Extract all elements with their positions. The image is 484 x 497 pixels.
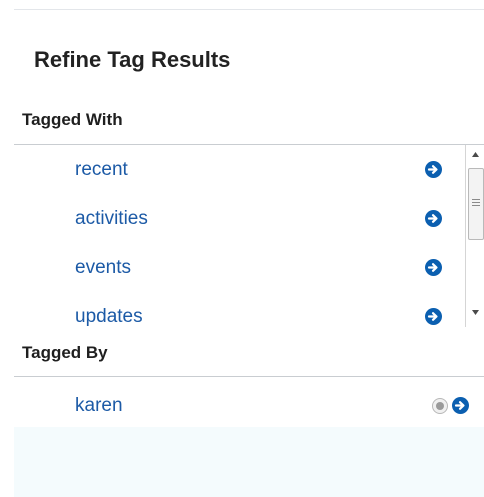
arrow-right-circle-icon[interactable] bbox=[425, 259, 442, 276]
tagged-with-list[interactable]: recent activities events updates bbox=[14, 145, 484, 327]
list-item: events bbox=[14, 243, 464, 291]
tag-link-recent[interactable]: recent bbox=[75, 159, 128, 181]
grip-line bbox=[472, 199, 480, 200]
tagger-link-karen[interactable]: karen bbox=[75, 395, 123, 417]
list-item: recent bbox=[14, 145, 464, 193]
grip-line bbox=[472, 202, 480, 203]
panel-title: Refine Tag Results bbox=[34, 47, 231, 72]
tagged-with-header: Tagged With bbox=[22, 110, 123, 129]
radio-dot bbox=[436, 402, 444, 410]
scroll-up-arrow-icon[interactable] bbox=[470, 148, 481, 160]
tagged-by-list: karen bbox=[14, 377, 484, 497]
list-item: activities bbox=[14, 194, 464, 242]
list-item: updates bbox=[14, 292, 464, 327]
tag-link-updates[interactable]: updates bbox=[75, 306, 143, 327]
list-item: karen bbox=[14, 377, 484, 427]
tag-link-events[interactable]: events bbox=[75, 257, 131, 279]
arrow-right-circle-icon[interactable] bbox=[425, 308, 442, 325]
tagged-by-header: Tagged By bbox=[22, 343, 108, 362]
arrow-right-circle-icon[interactable] bbox=[452, 397, 469, 414]
top-divider bbox=[14, 9, 484, 10]
scroll-down-arrow-icon[interactable] bbox=[470, 305, 481, 317]
scroll-thumb[interactable] bbox=[468, 168, 484, 240]
vertical-scrollbar[interactable] bbox=[465, 145, 484, 327]
arrow-right-circle-icon[interactable] bbox=[425, 210, 442, 227]
grip-line bbox=[472, 205, 480, 206]
arrow-right-circle-icon[interactable] bbox=[425, 161, 442, 178]
radio-icon[interactable] bbox=[432, 398, 448, 414]
tag-link-activities[interactable]: activities bbox=[75, 208, 148, 230]
